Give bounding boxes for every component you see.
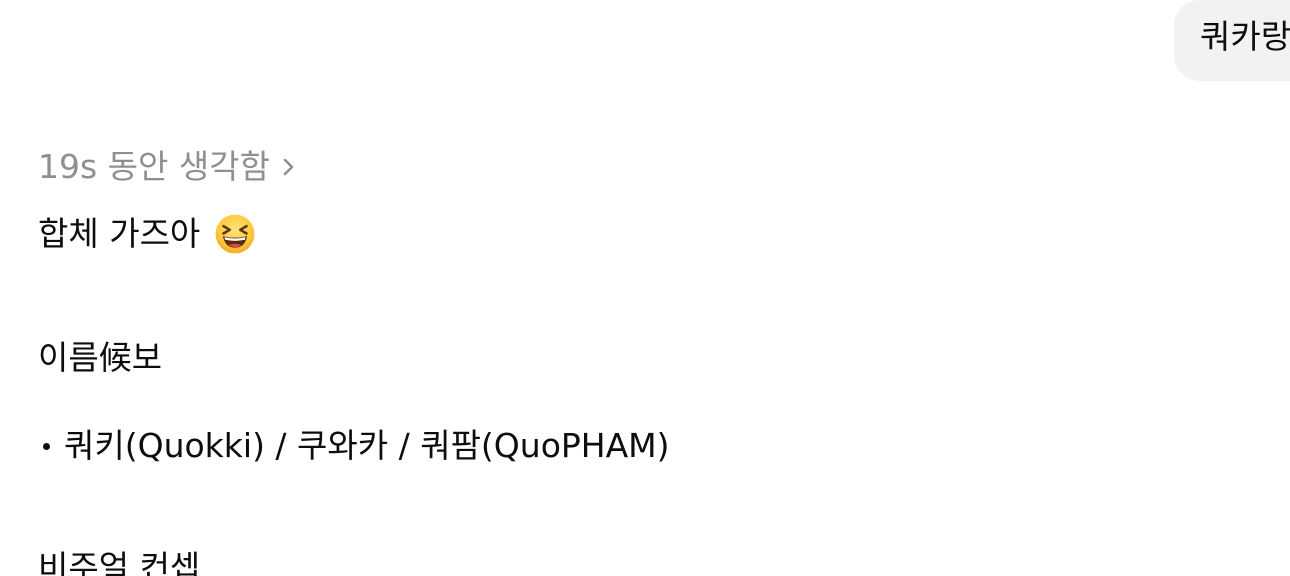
grinning-squinting-face-icon <box>214 213 256 255</box>
list-item: 쿼키(Quokki) / 쿠와카 / 쿼팜(QuoPHAM) <box>38 424 670 468</box>
names-heading: 이름候보 <box>38 338 163 377</box>
chat-page: 쿼카랑 19s 동안 생각함 합체 가즈아 이름候보 쿼키(Quokki) / … <box>0 0 1290 576</box>
user-message-text: 쿼카랑 <box>1200 17 1290 56</box>
reply-text: 합체 가즈아 <box>38 214 201 253</box>
user-message-bubble: 쿼카랑 <box>1174 0 1290 81</box>
visual-concept-heading: 비주얼 컨셉 <box>38 548 201 576</box>
reply-line: 합체 가즈아 <box>38 212 256 256</box>
bullet-icon <box>43 442 50 450</box>
thought-label: 19s 동안 생각함 <box>38 147 270 186</box>
name-candidates-text: 쿼키(Quokki) / 쿠와카 / 쿼팜(QuoPHAM) <box>64 426 670 465</box>
chevron-right-icon <box>282 155 296 179</box>
thought-toggle[interactable]: 19s 동안 생각함 <box>38 146 296 188</box>
